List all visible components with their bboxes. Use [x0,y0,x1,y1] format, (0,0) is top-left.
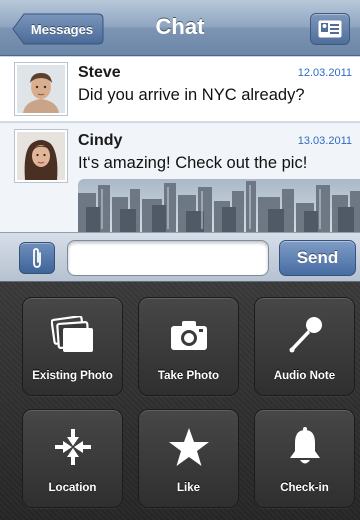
message-sender: Steve [78,64,121,81]
message-date: 13.03.2011 [297,135,352,147]
contact-card-icon [318,20,342,38]
avatar [14,129,68,183]
page-title: Chat [155,14,205,39]
avatar-man-image [17,65,65,113]
bell-icon [289,427,320,464]
check-in-label: Check-in [280,482,329,494]
like-label: Like [176,482,200,494]
attach-button[interactable] [19,242,55,274]
message-item[interactable]: Steve 12.03.2011 Did you arrive in NYC a… [0,57,360,122]
back-button-label: Messages [30,21,94,37]
message-date: 12.03.2011 [297,67,352,79]
existing-photo-label: Existing Photo [32,370,113,382]
message-input[interactable] [67,240,269,276]
location-arrows-icon [54,429,91,465]
compose-bar: Send [0,232,360,282]
avatar [14,62,68,116]
take-photo-button[interactable]: Take Photo [138,297,239,396]
message-sender: Cindy [78,132,123,149]
message-item[interactable]: Cindy 13.03.2011 It‘s amazing! Check out… [0,123,360,232]
camera-icon [170,321,207,350]
location-label: Location [48,482,97,494]
take-photo-label: Take Photo [157,370,220,382]
contact-card-button[interactable] [310,13,350,45]
existing-photo-button[interactable]: Existing Photo [22,297,123,396]
avatar-woman-image [17,132,65,180]
location-button[interactable]: Location [22,409,123,508]
like-button[interactable]: Like [138,409,239,508]
navigation-bar: Messages Chat [0,0,360,56]
check-in-button[interactable]: Check-in [254,409,355,508]
photos-icon [50,316,93,352]
city-skyline-image [78,179,360,232]
paperclip-icon [33,248,41,268]
message-text: It‘s amazing! Check out the pic! [78,154,308,172]
microphone-icon [289,317,322,353]
back-button[interactable]: Messages [12,13,104,45]
audio-note-label: Audio Note [273,370,336,382]
send-button[interactable]: Send [279,240,356,276]
photo-attachment[interactable] [78,179,360,232]
message-list: Steve 12.03.2011 Did you arrive in NYC a… [0,57,360,232]
star-icon [168,428,209,466]
message-text: Did you arrive in NYC already? [78,86,305,104]
action-panel: Existing Photo Take Photo Audio Note Loc… [0,282,360,520]
audio-note-button[interactable]: Audio Note [254,297,355,396]
